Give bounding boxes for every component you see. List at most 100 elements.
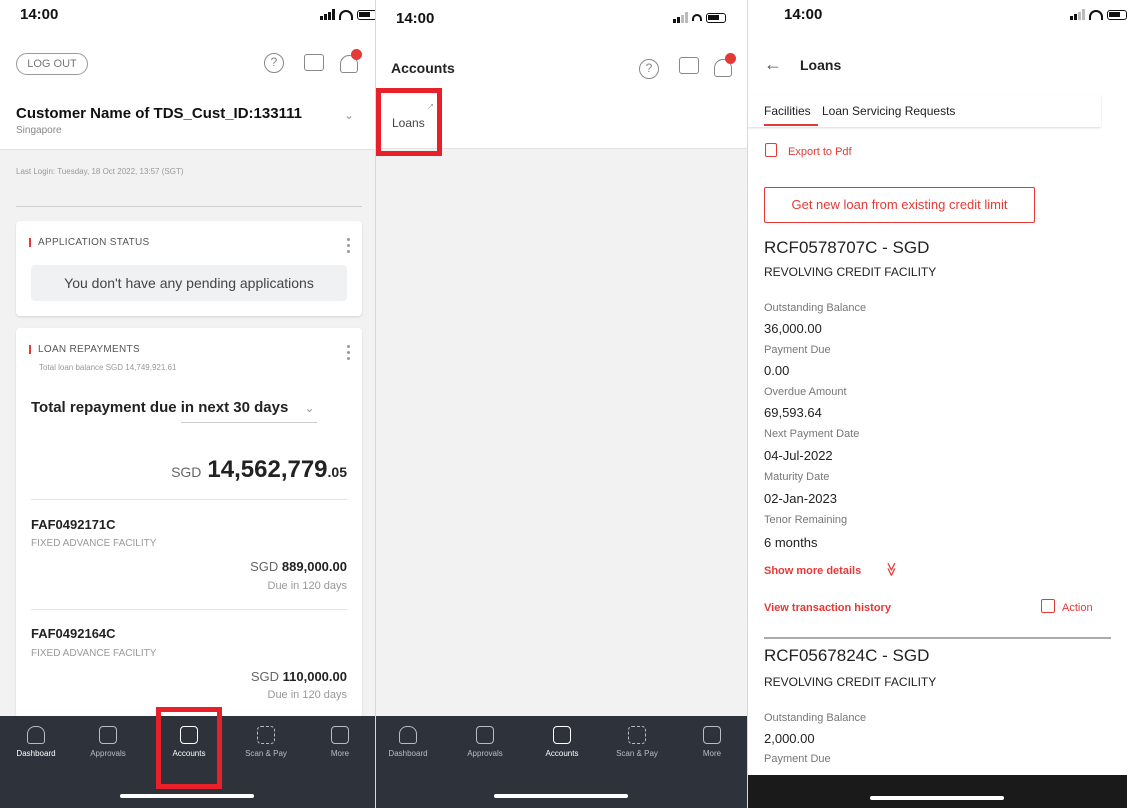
loans-tabs: Facilities Loan Servicing Requests bbox=[748, 95, 1101, 127]
export-pdf-link[interactable]: Export to Pdf bbox=[788, 146, 852, 158]
repayment-period-dropdown[interactable]: Total repayment due in next 30 days ⌄ bbox=[31, 399, 315, 416]
bottom-tab-bar: Dashboard Approvals Accounts Scan & Pay … bbox=[376, 716, 747, 808]
account-id: RCF0567824C - SGD bbox=[764, 646, 930, 665]
approvals-icon bbox=[99, 726, 117, 744]
highlight-box-loans-link bbox=[376, 88, 442, 156]
signal-icon bbox=[320, 9, 335, 20]
back-arrow-icon[interactable]: ← bbox=[764, 54, 782, 75]
message-icon[interactable] bbox=[304, 54, 324, 71]
wifi-icon bbox=[692, 14, 702, 21]
tab-label: More bbox=[330, 749, 350, 758]
facility-due: Due in 120 days bbox=[267, 689, 348, 701]
field-label: Next Payment Date bbox=[764, 428, 860, 440]
chevron-down-icon: ⌄ bbox=[304, 401, 315, 415]
bank-icon bbox=[553, 726, 571, 744]
tab-more[interactable]: More bbox=[681, 726, 743, 758]
home-icon bbox=[399, 726, 417, 744]
field-label: Payment Due bbox=[764, 344, 831, 356]
home-indicator bbox=[494, 794, 628, 798]
account-type: REVOLVING CREDIT FACILITY bbox=[764, 675, 937, 689]
page-title: Loans bbox=[800, 57, 842, 73]
field-value: 0.00 bbox=[764, 363, 790, 378]
pending-message: You don't have any pending applications bbox=[31, 265, 347, 301]
tab-dashboard[interactable]: Dashboard bbox=[5, 726, 67, 758]
system-icons bbox=[320, 9, 375, 20]
field-label: Maturity Date bbox=[764, 471, 830, 483]
tab-scan-pay[interactable]: Scan & Pay bbox=[235, 726, 297, 758]
tab-scan-pay[interactable]: Scan & Pay bbox=[606, 726, 668, 758]
field-value: 02-Jan-2023 bbox=[764, 491, 837, 506]
facility-type: FIXED ADVANCE FACILITY bbox=[31, 538, 157, 549]
accounts-screen: 14:00 Accounts ? Loans → Dashboard Appro… bbox=[376, 0, 747, 808]
account-id: RCF0578707C - SGD bbox=[764, 238, 930, 257]
amount-currency: SGD bbox=[171, 464, 202, 480]
facility-id: FAF0492171C bbox=[31, 517, 116, 532]
action-icon[interactable] bbox=[1041, 599, 1055, 613]
facility-amount-value: 889,000.00 bbox=[281, 559, 347, 574]
repayment-period-label: Total repayment due in next 30 days bbox=[31, 399, 289, 416]
tab-label: Dashboard bbox=[16, 749, 56, 758]
divider bbox=[764, 637, 1111, 639]
dropdown-underline bbox=[181, 422, 317, 423]
tab-facilities[interactable]: Facilities bbox=[764, 104, 811, 118]
chevron-double-down-icon[interactable]: ≫ bbox=[883, 562, 900, 577]
facility-currency: SGD bbox=[250, 559, 279, 574]
loans-screen: 14:00 ← Loans Facilities Loan Servicing … bbox=[748, 0, 1127, 808]
status-time: 14:00 bbox=[20, 6, 59, 23]
status-bar: 14:00 bbox=[0, 0, 375, 34]
card-title: APPLICATION STATUS bbox=[29, 237, 150, 248]
tab-approvals[interactable]: Approvals bbox=[77, 726, 139, 758]
tab-more[interactable]: More bbox=[309, 726, 371, 758]
customer-name: Customer Name of TDS_Cust_ID:133111 bbox=[16, 105, 302, 122]
action-button[interactable]: Action bbox=[1062, 602, 1093, 614]
tab-label: Approvals bbox=[90, 749, 126, 758]
home-indicator bbox=[870, 796, 1004, 800]
tab-accounts[interactable]: Accounts bbox=[531, 726, 593, 758]
tab-label: Dashboard bbox=[388, 749, 428, 758]
view-transaction-history-link[interactable]: View transaction history bbox=[764, 602, 891, 614]
field-label: Overdue Amount bbox=[764, 386, 847, 398]
help-icon[interactable]: ? bbox=[639, 59, 659, 79]
signal-icon bbox=[1070, 9, 1085, 20]
customer-location: Singapore bbox=[16, 125, 62, 136]
divider bbox=[31, 499, 347, 500]
highlight-box-accounts-tab bbox=[156, 707, 222, 789]
field-label: Tenor Remaining bbox=[764, 514, 848, 526]
logout-button[interactable]: LOG OUT bbox=[16, 53, 88, 75]
facility-id: FAF0492164C bbox=[31, 626, 116, 641]
tab-label: Scan & Pay bbox=[245, 749, 287, 758]
home-indicator bbox=[120, 794, 254, 798]
field-label: Outstanding Balance bbox=[764, 712, 867, 724]
status-time: 14:00 bbox=[784, 6, 823, 23]
wifi-icon bbox=[339, 9, 353, 20]
new-loan-button[interactable]: Get new loan from existing credit limit bbox=[764, 187, 1035, 223]
facility-amount-value: 110,000.00 bbox=[282, 669, 347, 684]
facility-amount: SGD 889,000.00 bbox=[250, 559, 347, 574]
amount-decimal: .05 bbox=[327, 464, 347, 480]
notification-dot bbox=[351, 49, 362, 60]
status-time: 14:00 bbox=[396, 10, 435, 27]
tab-loan-servicing-requests[interactable]: Loan Servicing Requests bbox=[822, 104, 955, 118]
qr-code-icon bbox=[257, 726, 275, 744]
customer-selector[interactable]: Customer Name of TDS_Cust_ID:133111 Sing… bbox=[0, 92, 375, 150]
chevron-down-icon[interactable]: ⌄ bbox=[344, 108, 354, 122]
help-icon[interactable]: ? bbox=[264, 53, 284, 73]
message-icon[interactable] bbox=[679, 57, 699, 74]
system-icons bbox=[1070, 9, 1127, 20]
system-icons bbox=[673, 12, 726, 23]
grid-icon bbox=[703, 726, 721, 744]
field-value: 36,000.00 bbox=[764, 321, 822, 336]
pdf-icon[interactable] bbox=[765, 143, 777, 157]
home-icon bbox=[27, 726, 45, 744]
loan-repayments-card: LOAN REPAYMENTS Total loan balance SGD 1… bbox=[16, 328, 362, 718]
more-options-icon[interactable] bbox=[347, 238, 350, 253]
status-bar: 14:00 bbox=[748, 0, 1127, 34]
field-value: 2,000.00 bbox=[764, 731, 815, 746]
grid-icon bbox=[331, 726, 349, 744]
more-options-icon[interactable] bbox=[347, 345, 350, 360]
wifi-icon bbox=[1089, 9, 1103, 20]
tab-dashboard[interactable]: Dashboard bbox=[377, 726, 439, 758]
field-label: Outstanding Balance bbox=[764, 302, 867, 314]
tab-approvals[interactable]: Approvals bbox=[454, 726, 516, 758]
show-more-details-link[interactable]: Show more details bbox=[764, 565, 861, 577]
